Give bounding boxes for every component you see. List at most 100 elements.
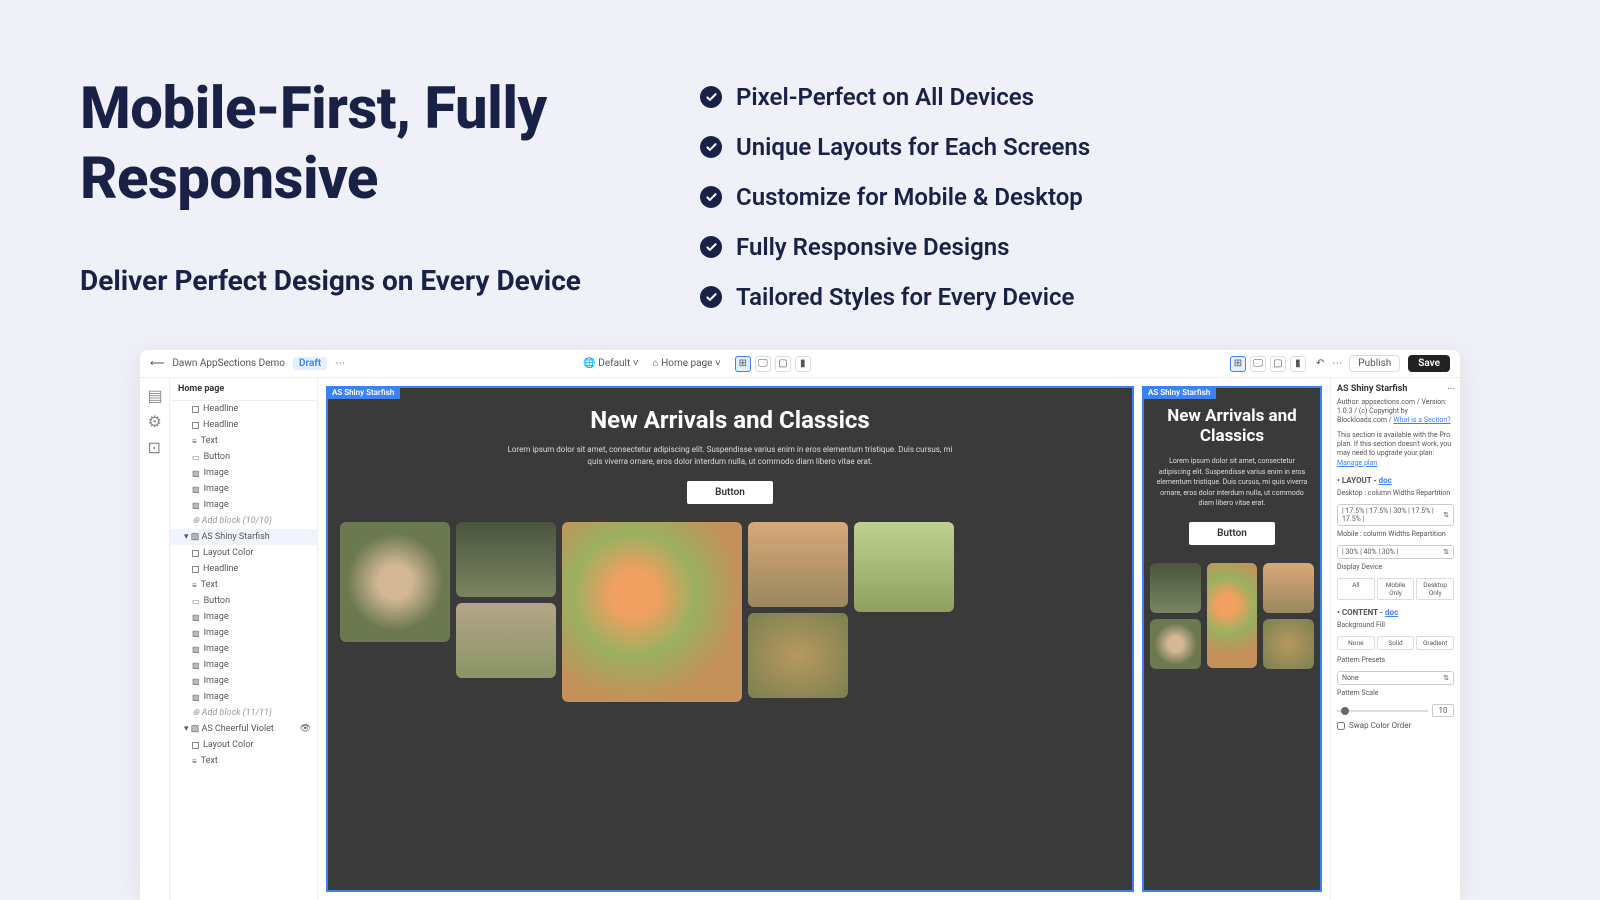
tree-item[interactable]: ≡Text: [170, 433, 317, 449]
tree-item[interactable]: ▨Image: [170, 673, 317, 689]
settings-icon[interactable]: ⚙: [148, 412, 162, 426]
layer-tree: Home page HeadlineHeadline≡Text▭Button▨I…: [170, 378, 318, 900]
undo-icon[interactable]: ↶: [1316, 358, 1324, 369]
mobile-preview[interactable]: AS Shiny Starfish New Arrivals and Class…: [1142, 386, 1322, 892]
preview-heading: New Arrivals and Classics: [340, 406, 1120, 434]
gallery-image[interactable]: [1263, 619, 1314, 669]
desktop-widths-label: Desktop : column Widths Repartition: [1337, 489, 1454, 498]
section-tag: AS Shiny Starfish: [326, 386, 400, 399]
tree-section[interactable]: ▾ ▨ AS Cheerful Violet 👁: [170, 721, 317, 737]
swap-color-label: Swap Color Order: [1349, 721, 1411, 730]
publish-button[interactable]: Publish: [1349, 355, 1400, 372]
bg-tab-gradient[interactable]: Gradient: [1416, 636, 1454, 650]
preview-button[interactable]: Button: [687, 481, 773, 504]
check-icon: [700, 286, 722, 308]
tree-header: Home page: [170, 378, 317, 401]
preview-para: Lorem ipsum dolor sit amet, consectetur …: [505, 444, 955, 468]
tree-section[interactable]: ▾ ▨ AS Shiny Starfish: [170, 529, 317, 545]
manage-plan-link[interactable]: Manage plan: [1337, 459, 1377, 467]
bg-tab-none[interactable]: None: [1337, 636, 1375, 650]
device-tab-desktop[interactable]: Desktop Only: [1416, 578, 1454, 600]
hero-title: Mobile-First, Fully Responsive: [80, 75, 640, 214]
doc-link[interactable]: doc: [1379, 476, 1392, 485]
tree-item[interactable]: ▨Image: [170, 657, 317, 673]
tree-item[interactable]: Layout Color: [170, 545, 317, 561]
mobile-widths-input[interactable]: | 30% | 40% | 30% |⇅: [1337, 545, 1454, 559]
left-rail: ▤ ⚙ ⊡: [140, 378, 170, 900]
gallery-image[interactable]: [1207, 563, 1258, 668]
theme-select[interactable]: 🌐 Default ˅: [583, 358, 638, 369]
gallery-image[interactable]: [562, 522, 742, 702]
feature-item: Tailored Styles for Every Device: [736, 283, 1074, 311]
status-badge: Draft: [293, 357, 327, 370]
gallery-image[interactable]: [456, 522, 556, 597]
mobile-icon[interactable]: ▮: [1290, 356, 1306, 372]
gallery-image[interactable]: [748, 522, 848, 607]
more-icon[interactable]: ⋯: [1447, 384, 1454, 398]
desktop-preview[interactable]: AS Shiny Starfish New Arrivals and Class…: [326, 386, 1134, 892]
add-block[interactable]: ⊕ Add block (11/11): [170, 705, 317, 721]
props-title: AS Shiny Starfish: [1337, 384, 1407, 394]
desktop-icon[interactable]: 🖵: [755, 356, 771, 372]
bg-fill-label: Background Fill: [1337, 621, 1454, 630]
tree-item[interactable]: ▨Image: [170, 481, 317, 497]
tree-item[interactable]: Headline: [170, 401, 317, 417]
feature-list: Pixel-Perfect on All Devices Unique Layo…: [700, 75, 1520, 333]
canvas: AS Shiny Starfish New Arrivals and Class…: [318, 378, 1330, 900]
props-upgrade: This section is available with the Pro p…: [1337, 431, 1454, 467]
desktop-widths-input[interactable]: | 17.5% | 17.5% | 30% | 17.5% | 17.5% |⇅: [1337, 504, 1454, 526]
page-select[interactable]: ⌂ Home page ˅: [653, 358, 721, 369]
whatis-link[interactable]: What is a Section?: [1393, 416, 1450, 424]
gallery-image[interactable]: [1150, 619, 1201, 669]
gallery-image[interactable]: [854, 522, 954, 612]
tree-item[interactable]: ▭Button: [170, 593, 317, 609]
feature-item: Pixel-Perfect on All Devices: [736, 83, 1034, 111]
tree-item[interactable]: ▨Image: [170, 497, 317, 513]
more-icon[interactable]: ⋯: [1332, 358, 1341, 369]
exit-icon[interactable]: ⟵: [150, 358, 164, 369]
sections-icon[interactable]: ▤: [148, 386, 162, 400]
tablet-icon[interactable]: ▢: [775, 356, 791, 372]
pattern-scale-slider[interactable]: [1337, 710, 1428, 712]
add-block[interactable]: ⊕ Add block (10/10): [170, 513, 317, 529]
gallery-image[interactable]: [456, 603, 556, 678]
more-icon[interactable]: ⋯: [335, 358, 344, 369]
tree-item[interactable]: ▨Image: [170, 625, 317, 641]
pattern-presets-label: Pattern Presets: [1337, 656, 1454, 665]
save-button[interactable]: Save: [1408, 355, 1450, 372]
tree-item[interactable]: ▨Image: [170, 689, 317, 705]
gallery-image[interactable]: [1263, 563, 1314, 613]
pattern-presets-select[interactable]: None⇅: [1337, 671, 1454, 685]
swap-color-checkbox[interactable]: [1337, 722, 1345, 730]
apps-icon[interactable]: ⊡: [148, 438, 162, 452]
tree-item[interactable]: Headline: [170, 417, 317, 433]
gallery-image[interactable]: [340, 522, 450, 642]
tablet-icon[interactable]: ▢: [1270, 356, 1286, 372]
tree-item[interactable]: ▨Image: [170, 641, 317, 657]
tree-item[interactable]: ▨Image: [170, 609, 317, 625]
desktop-icon[interactable]: 🖵: [1250, 356, 1266, 372]
preview-para: Lorem ipsum dolor sit amet, consectetur …: [1156, 456, 1308, 509]
pattern-scale-value[interactable]: 10: [1432, 704, 1454, 717]
device-tab-mobile[interactable]: Mobile Only: [1377, 578, 1415, 600]
mobile-widths-label: Mobile : column Widths Repartition: [1337, 530, 1454, 539]
tree-item[interactable]: ▨Image: [170, 465, 317, 481]
gallery-image[interactable]: [748, 613, 848, 698]
tree-item[interactable]: ▭Button: [170, 449, 317, 465]
bg-tab-solid[interactable]: Solid: [1377, 636, 1415, 650]
display-device-label: Display Device: [1337, 563, 1454, 572]
check-icon: [700, 86, 722, 108]
tree-item[interactable]: ≡Text: [170, 753, 317, 769]
tree-item[interactable]: Layout Color: [170, 737, 317, 753]
gallery-image[interactable]: [1150, 563, 1201, 613]
doc-link[interactable]: doc: [1385, 608, 1398, 617]
mobile-icon[interactable]: ▮: [795, 356, 811, 372]
tree-item[interactable]: Headline: [170, 561, 317, 577]
section-tag: AS Shiny Starfish: [1142, 386, 1216, 399]
preview-button[interactable]: Button: [1189, 522, 1275, 545]
site-name: Dawn AppSections Demo: [172, 358, 285, 369]
inspector-icon[interactable]: ⊞: [1230, 356, 1246, 372]
tree-item[interactable]: ≡Text: [170, 577, 317, 593]
inspector-icon[interactable]: ⊞: [735, 356, 751, 372]
device-tab-all[interactable]: All: [1337, 578, 1375, 600]
